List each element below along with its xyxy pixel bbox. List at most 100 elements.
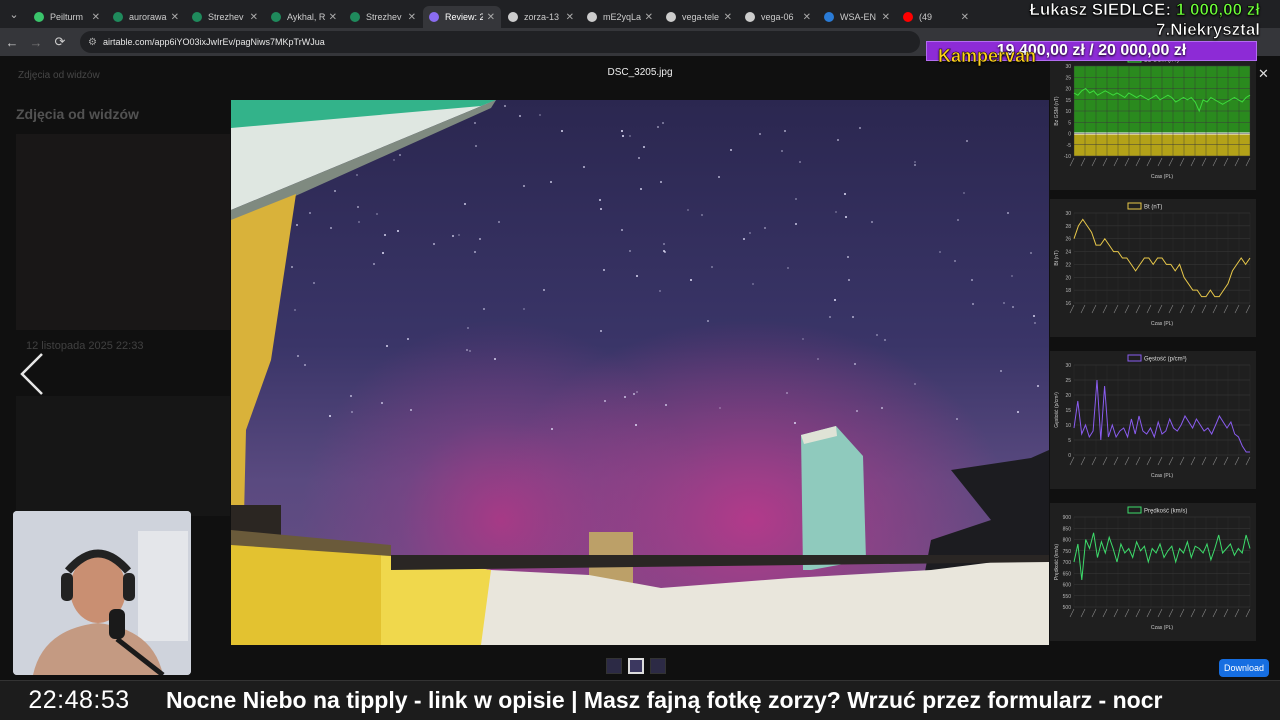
donation-suffix: 7.Niekrysztal	[1156, 20, 1261, 40]
browser-tab[interactable]: Strezhev ✕	[344, 6, 422, 28]
browser-tab[interactable]: zorza-13 ✕	[502, 6, 580, 28]
site-settings-icon[interactable]: ⚙	[88, 37, 97, 48]
y-tick-label: 30	[1065, 211, 1071, 217]
thumbnail-selected[interactable]	[628, 658, 644, 674]
x-tick-mark	[1212, 456, 1218, 466]
thumbnail[interactable]	[606, 658, 622, 674]
legend-swatch	[1127, 506, 1142, 514]
chart-bt: Bt (nT) 30 28 26 24 22 20 18 16 Czas (PL) Bt (nT)	[1050, 199, 1256, 337]
gallery-card[interactable]	[16, 396, 230, 516]
browser-tab[interactable]: vega-tele ✕	[660, 6, 738, 28]
tab-favicon-icon	[34, 12, 44, 22]
x-tick-mark	[1124, 304, 1130, 314]
tab-label: zorza-13	[524, 12, 560, 22]
x-tick-mark	[1124, 157, 1130, 167]
tab-label: Aykhal, R	[287, 12, 325, 22]
browser-tab[interactable]: vega-06 ✕	[739, 6, 817, 28]
chart-title: Bt (nT)	[1144, 205, 1162, 211]
x-tick-mark	[1245, 608, 1251, 618]
streamer-silhouette	[13, 511, 191, 675]
x-tick-mark	[1234, 304, 1240, 314]
x-tick-mark	[1135, 304, 1141, 314]
x-tick-mark	[1190, 157, 1196, 167]
image-filename: DSC_3205.jpg	[607, 67, 673, 78]
x-tick-mark	[1168, 456, 1174, 466]
x-tick-mark	[1091, 608, 1097, 618]
browser-tab[interactable]: Aykhal, R ✕	[265, 6, 343, 28]
x-tick-mark	[1190, 304, 1196, 314]
chart-title: Gęstość (p/cm³)	[1144, 357, 1187, 363]
forward-arrow-icon[interactable]: →	[24, 35, 48, 50]
x-tick-mark	[1201, 456, 1207, 466]
tab-close-icon[interactable]: ✕	[645, 12, 653, 23]
reload-icon[interactable]: ⟳	[48, 34, 72, 50]
y-tick-label: 20	[1065, 393, 1071, 399]
browser-tab[interactable]: WSA-EN ✕	[818, 6, 896, 28]
page-title: Zdjęcia od widzów	[16, 106, 139, 122]
x-tick-mark	[1212, 608, 1218, 618]
y-tick-label: 30	[1065, 363, 1071, 369]
y-tick-label: 850	[1063, 526, 1072, 532]
tab-label: Review: 2	[445, 12, 483, 22]
tab-favicon-icon	[508, 12, 518, 22]
y-tick-label: 25	[1065, 378, 1071, 384]
y-tick-label: 22	[1065, 262, 1071, 268]
tab-close-icon[interactable]: ✕	[803, 12, 811, 23]
x-tick-mark	[1168, 157, 1174, 167]
tab-favicon-icon	[587, 12, 597, 22]
tab-close-icon[interactable]: ✕	[724, 12, 732, 23]
x-tick-mark	[1157, 157, 1163, 167]
browser-tab[interactable]: Review: 2 ✕	[423, 6, 501, 28]
thumbnail[interactable]	[650, 658, 666, 674]
tab-close-icon[interactable]: ✕	[171, 12, 179, 23]
tab-close-icon[interactable]: ✕	[487, 12, 495, 23]
tab-label: Peilturm	[50, 12, 84, 22]
x-tick-mark	[1190, 456, 1196, 466]
browser-tab[interactable]: mE2yqLa ✕	[581, 6, 659, 28]
x-tick-mark	[1080, 304, 1086, 314]
x-tick-mark	[1245, 304, 1251, 314]
tab-close-icon[interactable]: ✕	[566, 12, 574, 23]
browser-tab[interactable]: Strezhev ✕	[186, 6, 264, 28]
tab-favicon-icon	[192, 12, 202, 22]
y-tick-label: -10	[1064, 154, 1071, 160]
campaign-label: Kampervan	[938, 46, 1037, 67]
tab-favicon-icon	[666, 12, 676, 22]
tab-close-icon[interactable]: ✕	[92, 12, 100, 23]
tab-favicon-icon	[350, 12, 360, 22]
gallery-card[interactable]	[16, 134, 230, 330]
x-tick-mark	[1179, 456, 1185, 466]
browser-tab[interactable]: aurorawa ✕	[107, 6, 185, 28]
y-tick-label: 700	[1063, 560, 1072, 566]
x-tick-mark	[1091, 157, 1097, 167]
tab-close-icon[interactable]: ✕	[882, 12, 890, 23]
card-date: 12 listopada 2025 22:33	[26, 340, 144, 352]
browser-tab[interactable]: Peilturm ✕	[28, 6, 106, 28]
address-bar[interactable]: ⚙ airtable.com/app6iYO03ixJwIrEv/pagNiws…	[80, 31, 920, 53]
legend-swatch	[1127, 202, 1142, 210]
tab-close-icon[interactable]: ✕	[329, 12, 337, 23]
tab-favicon-icon	[113, 12, 123, 22]
y-axis-label: Bz GSM (nT)	[1054, 96, 1060, 126]
close-icon[interactable]: ✕	[1258, 66, 1269, 82]
x-tick-mark	[1179, 304, 1185, 314]
y-tick-label: 15	[1065, 408, 1071, 414]
x-tick-mark	[1080, 608, 1086, 618]
tab-close-icon[interactable]: ✕	[250, 12, 258, 23]
x-tick-mark	[1157, 456, 1163, 466]
chart-bz-gsm: Bz GSM (nT)302520151050-5-10Czas (PL)Bz …	[1050, 52, 1256, 190]
x-tick-mark	[1102, 304, 1108, 314]
x-tick-mark	[1168, 608, 1174, 618]
x-tick-mark	[1190, 608, 1196, 618]
tab-search-icon[interactable]: ⌄	[0, 0, 28, 28]
x-tick-mark	[1102, 157, 1108, 167]
chart-speed: Prędkość (km/s) 900 850 800 750 700 650 600 550 5…	[1050, 503, 1256, 641]
previous-image-arrow-icon[interactable]	[18, 352, 48, 396]
y-tick-label: 650	[1063, 571, 1072, 577]
x-tick-mark	[1157, 304, 1163, 314]
tab-close-icon[interactable]: ✕	[408, 12, 416, 23]
photo-buildings	[231, 100, 1049, 645]
back-arrow-icon[interactable]: ←	[0, 35, 24, 50]
y-tick-label: 16	[1065, 301, 1071, 307]
download-button[interactable]: Download	[1219, 659, 1269, 677]
